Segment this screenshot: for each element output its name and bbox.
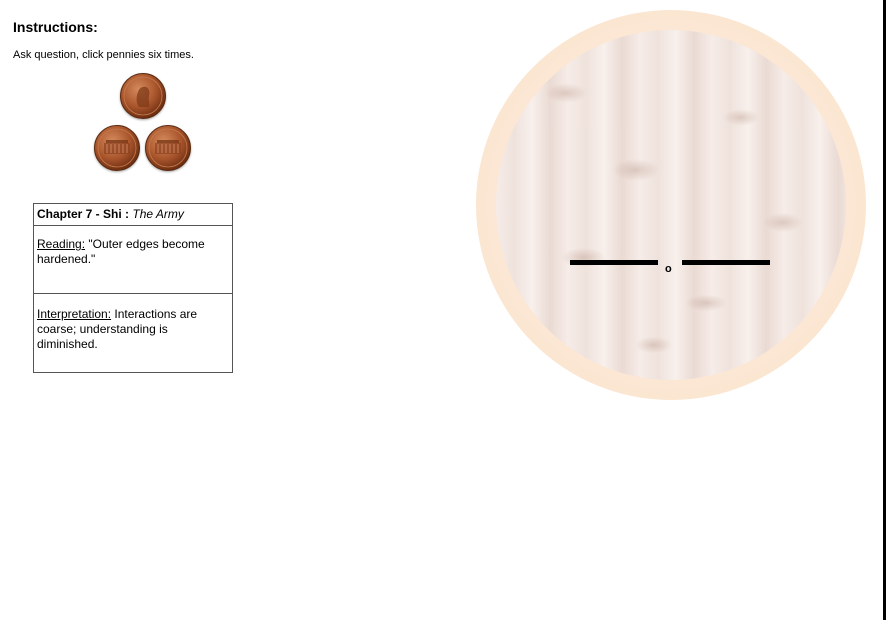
reading-label: Reading: — [37, 237, 86, 251]
penny-heads-button[interactable] — [120, 73, 166, 119]
changing-line-marker: o — [665, 263, 672, 275]
penny-tails-icon — [94, 125, 140, 171]
instructions-heading: Instructions: — [13, 19, 98, 35]
interpretation-cell: Interpretation: Interactions are coarse;… — [33, 293, 233, 373]
reading-cell: Reading: "Outer edges become hardened." — [33, 225, 233, 294]
penny-tails-button[interactable] — [145, 125, 191, 171]
hexagram-line-left-segment — [570, 260, 658, 265]
reading-card: Chapter 7 - Shi : The Army Reading: "Out… — [33, 203, 233, 373]
chapter-cell: Chapter 7 - Shi : The Army — [33, 203, 233, 226]
penny-tails-icon — [145, 125, 191, 171]
interpretation-label: Interpretation: — [37, 307, 112, 321]
chapter-label: Chapter 7 - Shi : — [37, 207, 130, 221]
oracle-disc — [476, 10, 866, 400]
instructions-text: Ask question, click pennies six times. — [13, 49, 194, 61]
penny-heads-icon — [120, 73, 166, 119]
oracle-marble-surface — [496, 30, 846, 380]
penny-tails-button[interactable] — [94, 125, 140, 171]
chapter-title: The Army — [132, 207, 184, 221]
hexagram-line-right-segment — [682, 260, 770, 265]
